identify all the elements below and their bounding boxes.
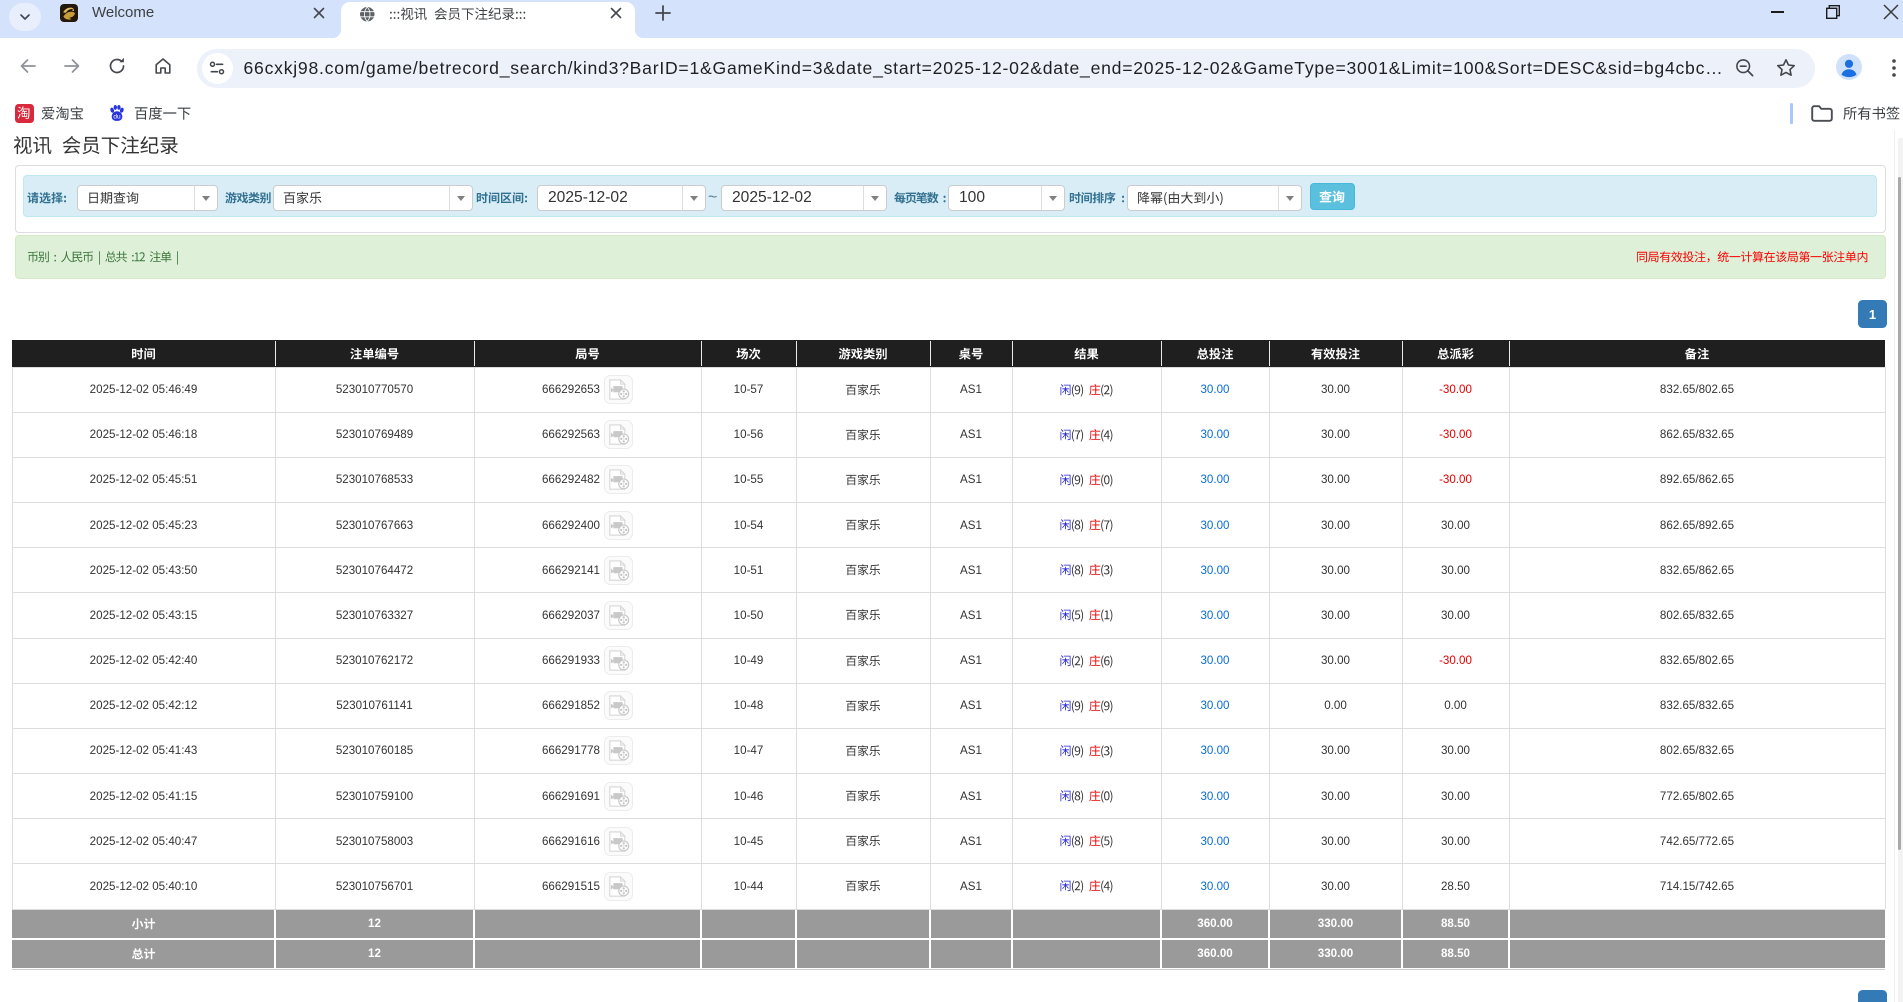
svg-text:du: du	[113, 114, 121, 121]
